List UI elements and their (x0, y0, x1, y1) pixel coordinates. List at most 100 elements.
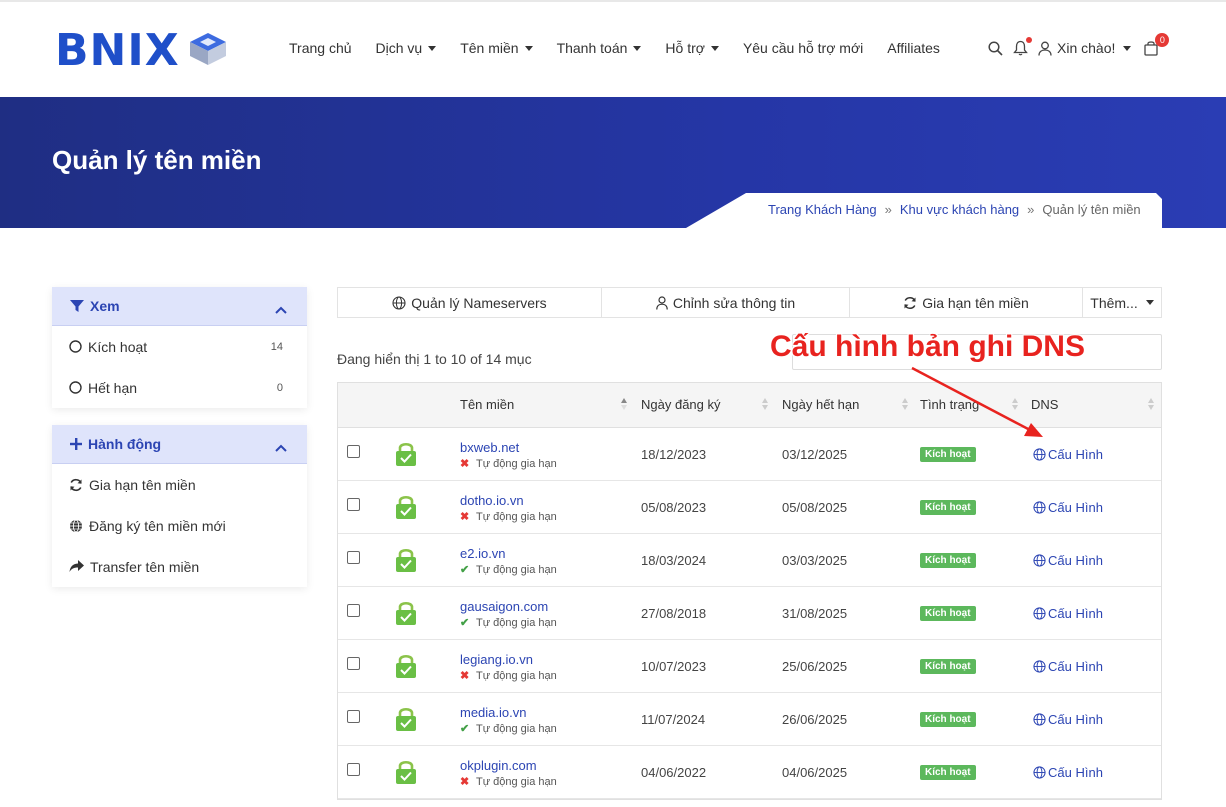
status-badge: Kích hoạt (920, 553, 976, 568)
table-row: bxweb.net ✖ Tự động gia hạn 18/12/2023 03/12… (338, 428, 1161, 481)
domain-link[interactable]: legiang.io.vn (460, 652, 533, 667)
nav-billing[interactable]: Thanh toán (557, 40, 642, 56)
view-panel-header[interactable]: Xem (52, 287, 307, 326)
registration-date: 18/03/2024 (641, 553, 707, 568)
expiry-date: 04/06/2025 (782, 765, 848, 780)
nav-support[interactable]: Hỗ trợ (665, 40, 719, 56)
chevron-up-icon[interactable] (275, 439, 287, 455)
filter-active[interactable]: Kích hoạt 14 (52, 326, 307, 367)
sort-icon[interactable] (1147, 395, 1155, 413)
nav-new-ticket[interactable]: Yêu cầu hỗ trợ mới (743, 40, 863, 56)
logo-cube-icon (188, 31, 228, 72)
manage-nameservers-label: Quản lý Nameservers (411, 294, 547, 311)
edit-contact-button[interactable]: Chỉnh sửa thông tin (602, 288, 850, 317)
domains-table: Tên miền Ngày đăng ký Ngày hết hạn Tình … (337, 382, 1162, 800)
status-badge: Kích hoạt (920, 500, 976, 515)
cart-icon[interactable]: 0 (1143, 33, 1170, 56)
domain-link[interactable]: dotho.io.vn (460, 493, 524, 508)
action-register-label: Đăng ký tên miền mới (89, 517, 226, 534)
main-nav: Trang chủ Dịch vụ Tên miền Thanh toán Hỗ… (289, 40, 964, 56)
filter-expired-count: 0 (276, 381, 283, 394)
expiry-date: 25/06/2025 (782, 659, 848, 674)
cross-icon: ✖ (460, 776, 470, 788)
filter-icon (70, 299, 84, 313)
globe-icon (1033, 554, 1046, 567)
ssl-lock-icon (396, 707, 416, 731)
row-checkbox[interactable] (347, 498, 360, 511)
filter-expired[interactable]: Hết hạn 0 (52, 367, 307, 408)
row-checkbox[interactable] (347, 710, 360, 723)
row-checkbox[interactable] (347, 657, 360, 670)
ssl-lock-icon (396, 760, 416, 784)
column-dns[interactable]: DNS (1031, 397, 1058, 412)
circle-icon (69, 340, 82, 353)
ssl-lock-icon (396, 601, 416, 625)
column-exp-date[interactable]: Ngày hết hạn (782, 397, 859, 412)
action-register-domain[interactable]: Đăng ký tên miền mới (52, 505, 307, 546)
row-checkbox[interactable] (347, 445, 360, 458)
results-summary: Đang hiển thị 1 to 10 of 14 mục (337, 351, 532, 367)
row-checkbox[interactable] (347, 551, 360, 564)
renew-domains-label: Gia hạn tên miền (922, 294, 1029, 311)
logo[interactable]: BNIX (55, 29, 228, 73)
sort-icon[interactable] (761, 395, 769, 413)
nav-domains[interactable]: Tên miền (460, 40, 533, 56)
domain-link[interactable]: gausaigon.com (460, 599, 548, 614)
breadcrumb-link-client-area[interactable]: Khu vực khách hàng (900, 202, 1019, 217)
sort-icon[interactable] (1011, 395, 1019, 413)
dns-config-link[interactable]: Cấu Hình (1033, 606, 1103, 621)
more-actions-dropdown[interactable]: Thêm... (1083, 288, 1161, 317)
bell-icon[interactable] (1013, 37, 1032, 56)
action-renew-domain[interactable]: Gia hạn tên miền (52, 464, 307, 505)
column-status[interactable]: Tình trạng (920, 397, 979, 412)
action-transfer-domain[interactable]: Transfer tên miền (52, 546, 307, 587)
row-checkbox[interactable] (347, 604, 360, 617)
actions-panel-header[interactable]: Hành động (52, 425, 307, 464)
logo-text: BNIX (55, 25, 180, 76)
bulk-actions-toolbar: Quản lý Nameservers Chỉnh sửa thông tin … (337, 287, 1162, 318)
caret-down-icon (1123, 45, 1132, 51)
dns-config-link[interactable]: Cấu Hình (1033, 500, 1103, 515)
nav-affiliates[interactable]: Affiliates (887, 40, 940, 56)
expiry-date: 05/08/2025 (782, 500, 848, 515)
dns-config-label: Cấu Hình (1048, 447, 1103, 462)
renew-domains-button[interactable]: Gia hạn tên miền (850, 288, 1083, 317)
cart-count-badge: 0 (1155, 33, 1170, 47)
domain-link[interactable]: media.io.vn (460, 705, 526, 720)
table-row: dotho.io.vn ✖ Tự động gia hạn 05/08/2023 05/… (338, 481, 1161, 534)
dns-config-label: Cấu Hình (1048, 659, 1103, 674)
search-icon[interactable] (988, 40, 1003, 56)
registration-date: 11/07/2024 (641, 712, 706, 727)
dns-config-link[interactable]: Cấu Hình (1033, 712, 1103, 727)
view-panel-title: Xem (90, 298, 120, 314)
nav-services[interactable]: Dịch vụ (376, 40, 437, 56)
nav-billing-label: Thanh toán (556, 40, 628, 56)
filter-active-count: 14 (270, 340, 283, 353)
ssl-lock-icon (396, 654, 416, 678)
sort-asc-icon[interactable] (620, 395, 628, 413)
manage-nameservers-button[interactable]: Quản lý Nameservers (338, 288, 602, 317)
dns-config-link[interactable]: Cấu Hình (1033, 447, 1103, 462)
column-domain[interactable]: Tên miền (460, 397, 514, 412)
expiry-date: 31/08/2025 (782, 606, 848, 621)
caret-down-icon (710, 45, 719, 51)
sort-icon[interactable] (901, 395, 909, 413)
chevron-up-icon[interactable] (275, 301, 287, 317)
user-menu[interactable]: Xin chào! (1038, 40, 1132, 56)
auto-renew-label: Tự động gia hạn (476, 510, 557, 523)
auto-renew-label: Tự động gia hạn (476, 563, 557, 576)
status-badge: Kích hoạt (920, 606, 976, 621)
domain-link[interactable]: e2.io.vn (460, 546, 506, 561)
domain-link[interactable]: okplugin.com (460, 758, 537, 773)
registration-date: 18/12/2023 (641, 447, 707, 462)
domain-list-panel: Quản lý Nameservers Chỉnh sửa thông tin … (337, 287, 1162, 800)
nav-home[interactable]: Trang chủ (289, 40, 352, 56)
column-reg-date[interactable]: Ngày đăng ký (641, 397, 721, 412)
dns-config-link[interactable]: Cấu Hình (1033, 765, 1103, 780)
dns-config-link[interactable]: Cấu Hình (1033, 659, 1103, 674)
breadcrumb-link-client[interactable]: Trang Khách Hàng (768, 202, 877, 217)
domain-link[interactable]: bxweb.net (460, 440, 519, 455)
ssl-lock-icon (396, 495, 416, 519)
dns-config-link[interactable]: Cấu Hình (1033, 553, 1103, 568)
row-checkbox[interactable] (347, 763, 360, 776)
